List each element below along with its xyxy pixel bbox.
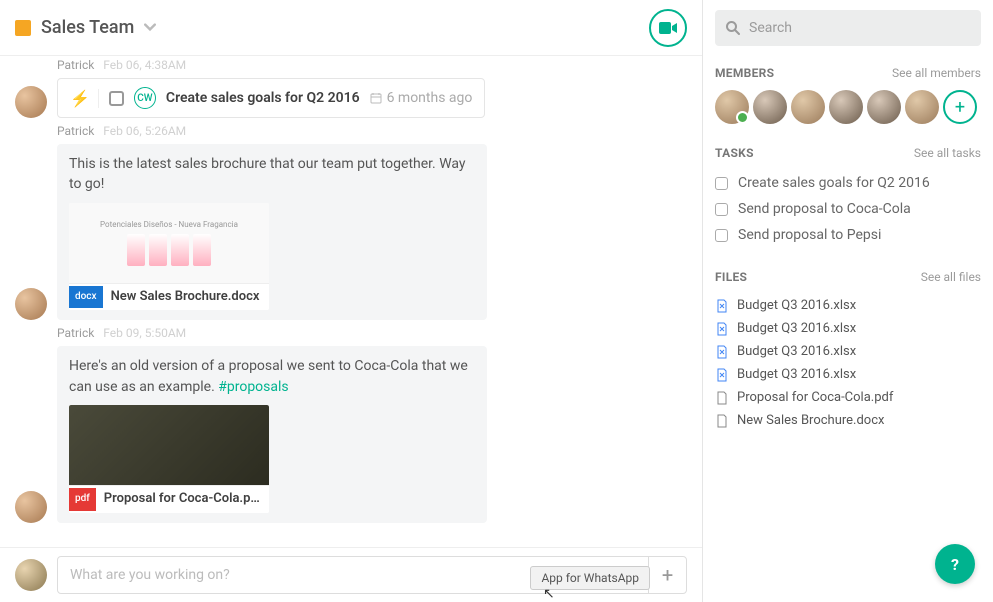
file-name: Proposal for Coca-Cola.p… (96, 486, 268, 513)
member-avatar[interactable] (867, 90, 901, 124)
files-section: FILES See all files Budget Q3 2016.xlsx … (715, 270, 981, 432)
section-title: FILES (715, 270, 747, 284)
message-bubble: This is the latest sales brochure that o… (57, 144, 487, 320)
sidebar: MEMBERS See all members + TASKS See all … (703, 0, 993, 602)
member-avatar[interactable] (791, 90, 825, 124)
message: This is the latest sales brochure that o… (0, 140, 702, 324)
checkbox[interactable] (109, 91, 124, 106)
checkbox[interactable] (715, 203, 728, 216)
search-input[interactable] (749, 20, 971, 36)
attachment-thumbnail: Potenciales Diseños - Nueva Fragancia (69, 203, 269, 283)
add-member-button[interactable]: + (943, 90, 977, 124)
hashtag[interactable]: #proposals (218, 379, 288, 395)
timestamp-label: Feb 09, 5:50AM (103, 326, 186, 340)
task-age: 6 months ago (370, 90, 473, 106)
tooltip: App for WhatsApp (530, 566, 650, 590)
attachment[interactable]: Potenciales Diseños - Nueva Fragancia do… (69, 203, 269, 311)
assignee-badge[interactable]: CW (134, 87, 156, 109)
file-item[interactable]: New Sales Brochure.docx (715, 409, 981, 432)
file-type-badge: docx (69, 286, 103, 309)
timestamp-label: Feb 06, 5:26AM (103, 124, 186, 138)
search-icon (725, 20, 741, 36)
add-attachment-button[interactable]: + (648, 557, 686, 593)
member-avatar[interactable] (905, 90, 939, 124)
tasks-section: TASKS See all tasks Create sales goals f… (715, 146, 981, 248)
file-item[interactable]: Budget Q3 2016.xlsx (715, 340, 981, 363)
file-item[interactable]: Proposal for Coca-Cola.pdf (715, 386, 981, 409)
file-item[interactable]: Budget Q3 2016.xlsx (715, 294, 981, 317)
avatar[interactable] (15, 86, 47, 118)
author-label: Patrick (57, 124, 94, 138)
composer-row: App for WhatsApp + (0, 547, 702, 602)
file-icon (715, 345, 729, 359)
attachment-thumbnail (69, 405, 269, 485)
message: Here's an old version of a proposal we s… (0, 342, 702, 526)
bolt-icon: ⚡ (70, 89, 99, 108)
members-list: + (715, 90, 981, 124)
author-label: Patrick (57, 58, 94, 72)
avatar[interactable] (15, 288, 47, 320)
file-item[interactable]: Budget Q3 2016.xlsx (715, 363, 981, 386)
task-item[interactable]: Create sales goals for Q2 2016 (715, 170, 981, 196)
message-meta: Patrick Feb 06, 5:26AM (0, 122, 702, 140)
search-box[interactable] (715, 10, 981, 46)
attachment[interactable]: pdf Proposal for Coca-Cola.p… (69, 405, 269, 513)
header: Sales Team (0, 0, 702, 56)
see-all-members-link[interactable]: See all members (892, 66, 981, 80)
file-icon (715, 299, 729, 313)
message-meta: Patrick Feb 06, 4:38AM (0, 56, 702, 74)
section-title: TASKS (715, 146, 754, 160)
calendar-icon (370, 92, 382, 104)
message-feed[interactable]: Patrick Feb 06, 4:38AM ⚡ CW Create sales… (0, 56, 702, 547)
composer: App for WhatsApp + (57, 556, 687, 594)
message-text: This is the latest sales brochure that o… (69, 154, 475, 195)
file-icon (715, 368, 729, 382)
message-text: Here's an old version of a proposal we s… (69, 356, 475, 397)
video-call-button[interactable] (649, 9, 687, 47)
section-title: MEMBERS (715, 66, 774, 80)
see-all-tasks-link[interactable]: See all tasks (914, 146, 981, 160)
message-meta: Patrick Feb 09, 5:50AM (0, 324, 702, 342)
message-bubble: Here's an old version of a proposal we s… (57, 346, 487, 522)
room-color-icon (15, 20, 31, 36)
members-section: MEMBERS See all members + (715, 66, 981, 124)
checkbox[interactable] (715, 229, 728, 242)
avatar[interactable] (15, 491, 47, 523)
chevron-down-icon[interactable] (144, 18, 156, 37)
author-label: Patrick (57, 326, 94, 340)
my-avatar[interactable] (15, 559, 47, 591)
task-title: Create sales goals for Q2 2016 (166, 90, 360, 106)
file-icon (715, 391, 729, 405)
help-button[interactable]: ? (935, 544, 975, 584)
member-avatar[interactable] (715, 90, 749, 124)
member-avatar[interactable] (753, 90, 787, 124)
room-title[interactable]: Sales Team (41, 17, 134, 38)
see-all-files-link[interactable]: See all files (921, 270, 981, 284)
task-item[interactable]: Send proposal to Coca-Cola (715, 196, 981, 222)
file-name: New Sales Brochure.docx (103, 284, 268, 311)
file-item[interactable]: Budget Q3 2016.xlsx (715, 317, 981, 340)
timestamp-label: Feb 06, 4:38AM (103, 58, 186, 72)
file-icon (715, 322, 729, 336)
task-message: ⚡ CW Create sales goals for Q2 2016 6 mo… (0, 74, 702, 122)
member-avatar[interactable] (829, 90, 863, 124)
task-item[interactable]: Send proposal to Pepsi (715, 222, 981, 248)
file-icon (715, 414, 729, 428)
main-panel: Sales Team Patrick Feb 06, 4:38AM ⚡ CW (0, 0, 703, 602)
checkbox[interactable] (715, 177, 728, 190)
file-type-badge: pdf (69, 488, 96, 511)
task-card[interactable]: ⚡ CW Create sales goals for Q2 2016 6 mo… (57, 78, 485, 118)
